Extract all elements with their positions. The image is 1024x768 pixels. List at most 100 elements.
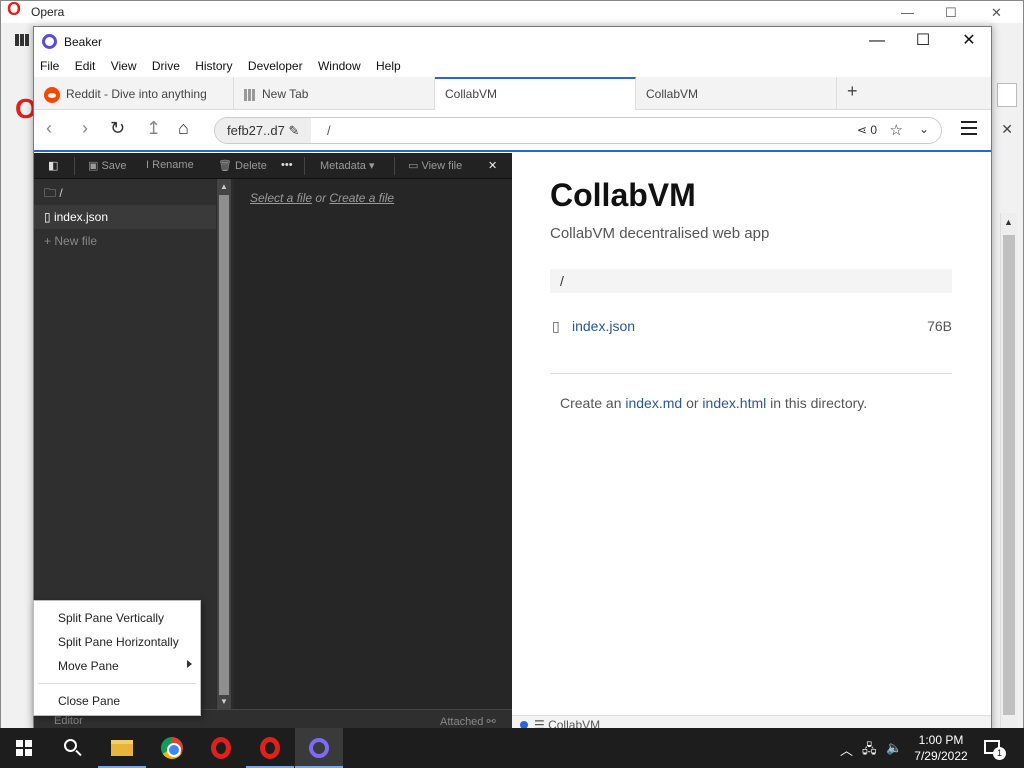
start-button[interactable] [0,728,48,768]
select-file-link[interactable]: Select a file [250,191,312,205]
system-clock[interactable]: 1:00 PM 7/29/2022 [906,732,976,764]
scroll-up-icon[interactable]: ▲ [220,182,228,191]
site-chip[interactable]: fefb27..d7 ✎ [215,118,312,143]
delete-label: Delete [235,160,267,172]
menu-close-pane[interactable]: Close Pane [34,690,200,712]
beaker-icon [309,738,329,758]
search-button[interactable] [48,728,96,768]
new-file-label: New file [54,234,98,248]
tab-collabvm-active[interactable]: CollabVM [435,77,636,110]
opera-close-button[interactable]: ✕ [991,5,1002,21]
taskbar-chrome[interactable] [148,728,196,768]
tree-scrollbar[interactable]: ▲ ▼ [217,179,231,709]
attached-status[interactable]: Attached ⚯ [440,715,496,728]
taskbar-beaker[interactable] [295,728,343,768]
menu-help[interactable]: Help [370,57,407,73]
search-icon [64,739,77,752]
opera-panel-close-icon[interactable]: ✕ [1001,121,1013,138]
delete-button[interactable]: 🗑 Delete [218,159,267,172]
tree-root[interactable]: 🗀 / [34,179,216,203]
metadata-dropdown[interactable]: Metadata ▾ [320,159,374,172]
grid-icon [244,88,256,101]
close-editor-icon[interactable]: ✕ [488,159,497,172]
scroll-down-icon[interactable]: ▼ [220,697,228,706]
opera-minimize-button[interactable]: — [901,5,914,20]
sidebar-toggle-icon[interactable]: ◧ [48,159,58,172]
divider [550,373,952,374]
menu-drive[interactable]: Drive [146,57,186,73]
back-icon[interactable]: ‹ [46,118,52,139]
reload-icon[interactable]: ↻ [110,118,125,139]
opera-apps-grid-icon[interactable] [15,34,29,46]
submenu-arrow-icon [187,660,192,668]
forward-icon[interactable]: › [82,118,88,139]
menu-split-vertically[interactable]: Split Pane Vertically [34,607,200,629]
chevron-down-icon[interactable]: ⌄ [919,122,929,136]
tab-reddit[interactable]: Reddit - Dive into anything [34,77,234,110]
url-path[interactable]: / [327,123,331,138]
url-bar[interactable]: fefb27..d7 ✎ / ⋖ 0 ☆ ⌄ [214,117,942,144]
preview-pane: CollabVM CollabVM decentralised web app … [512,153,991,733]
taskbar-opera-2[interactable] [246,728,294,768]
bookmark-star-icon[interactable]: ☆ [890,121,903,139]
opera-search-field[interactable] [997,83,1017,107]
taskbar-file-explorer[interactable] [98,728,146,768]
edit-pencil-icon[interactable]: ✎ [288,123,299,138]
tree-file-label: index.json [53,210,108,224]
notifications-icon[interactable]: 1 [984,740,1006,760]
view-file-button[interactable]: ▭ View file [408,159,462,172]
tab-collabvm[interactable]: CollabVM [636,77,837,110]
save-button[interactable]: ▣ Save [88,159,127,172]
tab-new-tab[interactable]: New Tab [234,77,435,110]
home-icon[interactable]: ⌂ [178,118,189,139]
maximize-button[interactable]: ☐ [900,31,946,53]
menu-view[interactable]: View [105,57,143,73]
caret-down-icon: ▾ [368,160,375,172]
menu-developer[interactable]: Developer [242,57,309,73]
tree-scroll-thumb[interactable] [219,195,229,695]
scroll-up-icon[interactable]: ▲ [1004,217,1013,227]
rename-button[interactable]: I Rename [146,159,194,171]
file-link[interactable]: index.json [572,318,635,334]
tray-chevron-up-icon[interactable]: ︿ [840,740,853,759]
opera-maximize-button[interactable]: ☐ [945,5,957,21]
menu-edit[interactable]: Edit [69,57,102,73]
toolbar-divider [394,157,395,175]
notification-count: 1 [993,747,1006,760]
taskbar-opera[interactable] [197,728,245,768]
menu-history[interactable]: History [189,57,238,73]
new-tab-button[interactable]: + [847,81,858,102]
minimize-button[interactable]: — [854,31,900,53]
tab-label: Reddit - Dive into anything [66,87,207,102]
opera-icon [260,737,280,759]
tab-label: CollabVM [445,87,498,101]
volume-icon[interactable]: 🔈 [886,740,902,756]
close-button[interactable]: ✕ [946,31,992,53]
menu-window[interactable]: Window [312,57,367,73]
breadcrumb: / [550,269,952,293]
opera-icon [211,737,231,759]
file-size: 76B [927,318,952,334]
view-file-label: View file [421,160,463,172]
share-count[interactable]: ⋖ 0 [857,123,877,137]
tree-file-index-json[interactable]: ▯ index.json [34,205,216,229]
up-icon[interactable]: ↥ [146,118,161,139]
index-html-link[interactable]: index.html [702,395,766,411]
clock-date: 7/29/2022 [914,749,968,763]
index-md-link[interactable]: index.md [625,395,682,411]
network-icon[interactable]: 🖧 [862,740,877,762]
file-list-item[interactable]: ▯ index.json 76B [550,317,952,337]
nav-bar: ‹ › ↻ ↥ ⌂ fefb27..d7 ✎ / ⋖ 0 ☆ ⌄ [34,110,991,152]
menu-file[interactable]: File [34,57,65,73]
menu-split-horizontally[interactable]: Split Pane Horizontally [34,631,200,653]
window-icon: ▭ [408,160,419,172]
opera-scrollbar[interactable]: ▲ ▼ [1000,213,1017,743]
new-file-button[interactable]: + New file [34,229,216,253]
scroll-thumb[interactable] [1003,235,1015,715]
tab-strip: Reddit - Dive into anything New Tab Coll… [34,77,991,110]
menu-move-pane[interactable]: Move Pane [34,655,200,677]
create-file-link[interactable]: Create a file [329,191,394,205]
tab-label: New Tab [262,87,309,101]
more-options-icon[interactable]: ••• [281,159,293,171]
menu-hamburger-icon[interactable] [961,121,977,135]
